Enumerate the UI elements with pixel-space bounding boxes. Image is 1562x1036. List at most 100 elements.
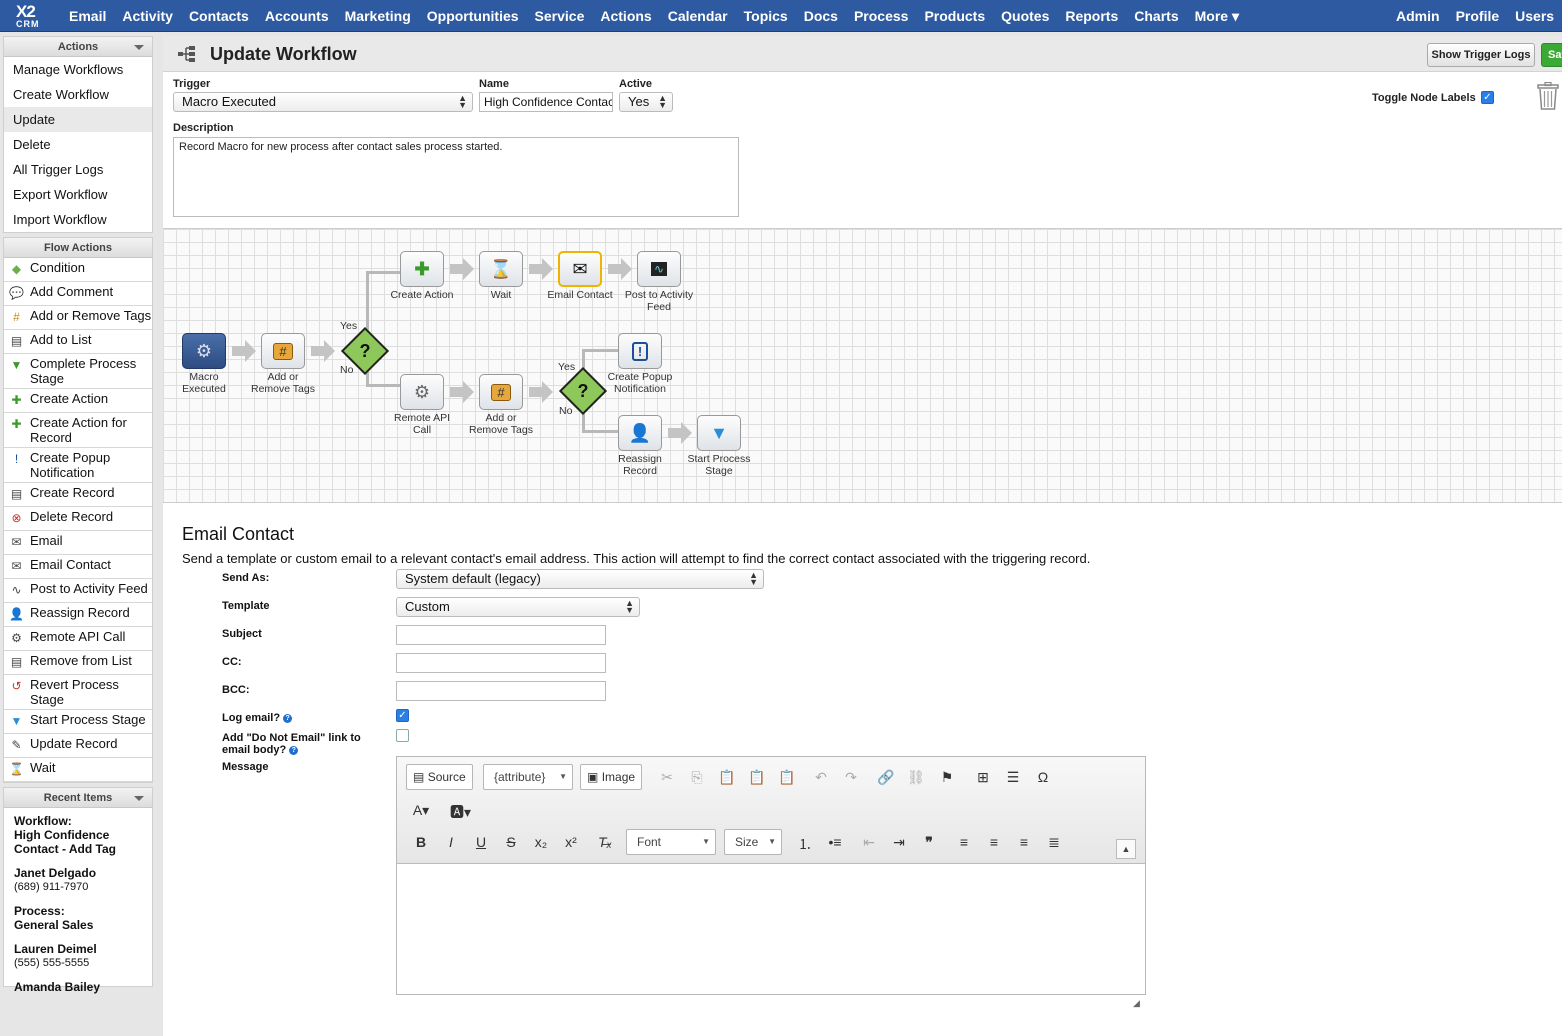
- redo-icon[interactable]: ↷: [842, 769, 860, 786]
- sidebar-item-all-trigger-logs[interactable]: All Trigger Logs: [4, 157, 152, 182]
- nav-item-topics[interactable]: Topics: [736, 8, 796, 24]
- font-dropdown[interactable]: Font ▼: [626, 829, 716, 855]
- flow-action-email[interactable]: ✉ Email: [4, 531, 152, 555]
- nav-item-process[interactable]: Process: [846, 8, 916, 24]
- nav-item-reports[interactable]: Reports: [1057, 8, 1126, 24]
- resize-handle-icon[interactable]: ◢: [1133, 998, 1140, 1009]
- indent-icon[interactable]: ⇥: [890, 834, 908, 851]
- flow-action-remote-api-call[interactable]: ⚙ Remote API Call: [4, 627, 152, 651]
- flow-action-add-to-list[interactable]: ▤ Add to List: [4, 330, 152, 354]
- start-process-stage-node[interactable]: ▼: [697, 415, 741, 451]
- flow-action-wait[interactable]: ⌛ Wait: [4, 758, 152, 782]
- post-activity-feed-node[interactable]: ∿: [637, 251, 681, 287]
- flow-action-remove-from-list[interactable]: ▤ Remove from List: [4, 651, 152, 675]
- workflow-canvas[interactable]: ⚙ Macro Executed # Add or Remove Tags ? …: [163, 228, 1562, 503]
- sidebar-item-delete[interactable]: Delete: [4, 132, 152, 157]
- paste-text-icon[interactable]: 📋: [748, 769, 766, 786]
- flow-action-condition[interactable]: ◆ Condition: [4, 258, 152, 282]
- description-textarea[interactable]: Record Macro for new process after conta…: [173, 137, 739, 217]
- sidebar-item-create-workflow[interactable]: Create Workflow: [4, 82, 152, 107]
- email-contact-node[interactable]: ✉: [558, 251, 602, 287]
- subject-input[interactable]: [396, 625, 606, 645]
- recent-item[interactable]: Amanda Bailey: [14, 980, 142, 994]
- underline-icon[interactable]: U: [472, 834, 490, 850]
- log-email-checkbox[interactable]: ✓: [396, 709, 409, 722]
- macro-executed-node[interactable]: ⚙: [182, 333, 226, 369]
- link-icon[interactable]: 🔗: [877, 769, 895, 786]
- paste-word-icon[interactable]: 📋: [778, 769, 796, 786]
- numbered-list-icon[interactable]: ⒈: [796, 834, 814, 854]
- nav-item-marketing[interactable]: Marketing: [337, 8, 419, 24]
- anchor-flag-icon[interactable]: ⚑: [938, 769, 956, 786]
- do-not-email-checkbox[interactable]: [396, 729, 409, 742]
- show-trigger-logs-button[interactable]: Show Trigger Logs: [1427, 43, 1535, 67]
- flow-action-add-or-remove-tags[interactable]: # Add or Remove Tags: [4, 306, 152, 330]
- nav-item-quotes[interactable]: Quotes: [993, 8, 1057, 24]
- nav-item-admin[interactable]: Admin: [1388, 8, 1448, 24]
- table-icon[interactable]: ⊞: [974, 769, 992, 786]
- recent-items-header[interactable]: Recent Items: [4, 788, 152, 808]
- superscript-icon[interactable]: x²: [562, 834, 580, 850]
- text-color-icon[interactable]: A▾: [412, 802, 430, 819]
- reassign-record-node[interactable]: 👤: [618, 415, 662, 451]
- background-color-icon[interactable]: 🅰▾: [450, 802, 471, 822]
- flow-action-revert-process-stage[interactable]: ↺ Revert Process Stage: [4, 675, 152, 710]
- active-select[interactable]: Yes ▲ ▼: [619, 92, 673, 112]
- nav-item-actions[interactable]: Actions: [592, 8, 659, 24]
- image-button[interactable]: ▣ Image: [580, 764, 643, 790]
- italic-icon[interactable]: I: [442, 834, 460, 850]
- sidebar-item-import-workflow[interactable]: Import Workflow: [4, 207, 152, 232]
- cut-icon[interactable]: ✂: [658, 769, 676, 786]
- flow-action-add-comment[interactable]: 💬 Add Comment: [4, 282, 152, 306]
- wait-node[interactable]: ⌛: [479, 251, 523, 287]
- sidebar-item-update[interactable]: Update: [4, 107, 152, 132]
- nav-item-docs[interactable]: Docs: [796, 8, 846, 24]
- x2crm-logo[interactable]: X2 CRM: [14, 2, 54, 29]
- attribute-dropdown[interactable]: {attribute} ▼: [483, 764, 573, 790]
- help-icon[interactable]: ?: [289, 745, 299, 755]
- remote-api-call-node[interactable]: ⚙: [400, 374, 444, 410]
- send-as-select[interactable]: System default (legacy) ▲ ▼: [396, 569, 764, 589]
- collapse-arrow-icon[interactable]: [134, 796, 144, 801]
- trash-icon[interactable]: [1537, 81, 1559, 110]
- outdent-icon[interactable]: ⇤: [860, 834, 878, 851]
- nav-item-more[interactable]: More ▾: [1187, 8, 1247, 25]
- subscript-icon[interactable]: x₂: [532, 834, 550, 850]
- help-icon[interactable]: ?: [283, 713, 293, 723]
- flow-action-delete-record[interactable]: ⊗ Delete Record: [4, 507, 152, 531]
- cc-input[interactable]: [396, 653, 606, 673]
- recent-item[interactable]: Workflow: High Confidence Contact - Add …: [14, 814, 142, 856]
- size-dropdown[interactable]: Size ▼: [724, 829, 782, 855]
- align-left-icon[interactable]: ≡: [955, 834, 973, 850]
- nav-item-users[interactable]: Users: [1507, 8, 1562, 24]
- collapse-arrow-icon[interactable]: [134, 45, 144, 50]
- flow-action-create-action-for-record[interactable]: ✚ Create Action for Record: [4, 413, 152, 448]
- blockquote-icon[interactable]: ❞: [920, 834, 938, 851]
- create-popup-node[interactable]: !: [618, 333, 662, 369]
- bcc-input[interactable]: [396, 681, 606, 701]
- nav-item-calendar[interactable]: Calendar: [660, 8, 736, 24]
- trigger-select[interactable]: Macro Executed ▲ ▼: [173, 92, 473, 112]
- flow-action-post-to-activity-feed[interactable]: ∿ Post to Activity Feed: [4, 579, 152, 603]
- nav-item-opportunities[interactable]: Opportunities: [419, 8, 527, 24]
- nav-item-accounts[interactable]: Accounts: [257, 8, 337, 24]
- add-remove-tags-node-2[interactable]: #: [479, 374, 523, 410]
- nav-item-email[interactable]: Email: [61, 8, 114, 24]
- nav-item-profile[interactable]: Profile: [1448, 8, 1508, 24]
- flow-action-update-record[interactable]: ✎ Update Record: [4, 734, 152, 758]
- flow-action-complete-process-stage[interactable]: ▼ Complete Process Stage: [4, 354, 152, 389]
- create-action-node[interactable]: ✚: [400, 251, 444, 287]
- special-character-icon[interactable]: Ω: [1034, 769, 1052, 785]
- remove-format-icon[interactable]: T̶ₓ: [596, 834, 614, 850]
- nav-item-activity[interactable]: Activity: [114, 8, 181, 24]
- bulleted-list-icon[interactable]: •≡: [826, 834, 844, 850]
- collapse-toolbar-icon[interactable]: ▲: [1116, 839, 1136, 859]
- flow-action-create-action[interactable]: ✚ Create Action: [4, 389, 152, 413]
- save-button[interactable]: Save: [1541, 43, 1562, 67]
- flow-action-create-record[interactable]: ▤ Create Record: [4, 483, 152, 507]
- recent-item[interactable]: Lauren Deimel (555) 555-5555: [14, 942, 142, 970]
- copy-icon[interactable]: ⎘: [688, 769, 706, 786]
- recent-item[interactable]: Janet Delgado (689) 911-7970: [14, 866, 142, 894]
- recent-item[interactable]: Process: General Sales: [14, 904, 142, 932]
- nav-item-charts[interactable]: Charts: [1126, 8, 1186, 24]
